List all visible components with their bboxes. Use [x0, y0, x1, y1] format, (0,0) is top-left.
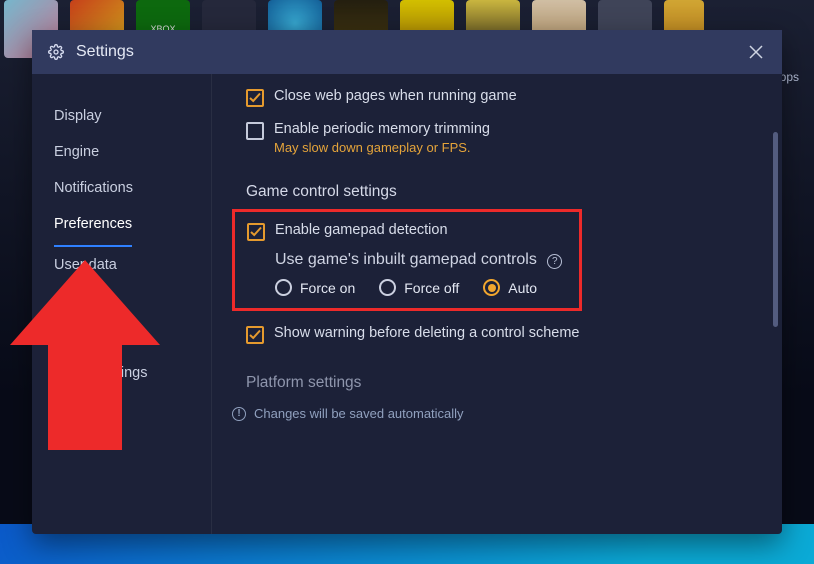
autosave-text: Changes will be saved automatically	[254, 406, 464, 421]
radio-icon-selected	[483, 279, 500, 296]
check-icon	[249, 329, 261, 341]
radio-label-force-off: Force off	[404, 280, 459, 296]
radio-icon	[275, 279, 292, 296]
sidebar-item-about[interactable]: About	[32, 391, 211, 427]
settings-modal: Settings Display Engine Notifications Pr…	[32, 30, 782, 534]
close-icon	[749, 45, 763, 59]
row-warning-delete-scheme: Show warning before deleting a control s…	[246, 325, 782, 344]
section-heading-game-control: Game control settings	[246, 183, 782, 201]
row-close-web-pages: Close web pages when running game	[246, 88, 782, 107]
label-memory-trimming: Enable periodic memory trimming	[274, 121, 490, 137]
modal-header: Settings	[32, 30, 782, 74]
sidebar-item-preferences[interactable]: Preferences	[32, 206, 211, 242]
row-gamepad-detection: Enable gamepad detection	[247, 222, 567, 241]
radio-label-force-on: Force on	[300, 280, 355, 296]
section-heading-platform: Platform settings	[246, 374, 782, 392]
checkbox-close-web-pages[interactable]	[246, 89, 264, 107]
radio-icon	[379, 279, 396, 296]
check-icon	[250, 226, 262, 238]
sidebar-item-gamesettings[interactable]: Game settings	[32, 355, 211, 391]
help-icon[interactable]: ?	[547, 254, 562, 269]
label-inbuilt-gamepad: Use game's inbuilt gamepad controls	[275, 251, 537, 268]
row-memory-trimming: Enable periodic memory trimming May slow…	[246, 121, 782, 155]
gear-icon	[48, 44, 64, 60]
sidebar-item-userdata[interactable]: User data	[32, 247, 211, 283]
info-icon: !	[232, 407, 246, 421]
pps-label: pps	[780, 70, 799, 84]
sidebar: Display Engine Notifications Preferences…	[32, 74, 212, 534]
radio-force-off[interactable]: Force off	[379, 279, 459, 296]
highlight-box: Enable gamepad detection Use game's inbu…	[232, 209, 582, 311]
sidebar-item-notifications[interactable]: Notifications	[32, 170, 211, 206]
radio-label-auto: Auto	[508, 280, 537, 296]
sidebar-item-engine[interactable]: Engine	[32, 134, 211, 170]
checkbox-gamepad-detection[interactable]	[247, 223, 265, 241]
label-close-web-pages: Close web pages when running game	[274, 88, 517, 104]
checkbox-warning-delete-scheme[interactable]	[246, 326, 264, 344]
label-warning-delete-scheme: Show warning before deleting a control s…	[274, 325, 579, 341]
scrollbar-thumb[interactable]	[773, 132, 778, 327]
check-icon	[249, 92, 261, 104]
content-pane: Close web pages when running game Enable…	[212, 74, 782, 534]
radio-force-on[interactable]: Force on	[275, 279, 355, 296]
sidebar-item-display[interactable]: Display	[32, 98, 211, 134]
sidebar-item-shortcutkeys[interactable]: Shortcut keys	[32, 319, 211, 355]
autosave-note: ! Changes will be saved automatically	[232, 406, 782, 421]
close-button[interactable]	[746, 42, 766, 62]
row-inbuilt-gamepad: Use game's inbuilt gamepad controls ? Fo…	[275, 251, 567, 296]
modal-title: Settings	[76, 43, 134, 61]
radio-auto[interactable]: Auto	[483, 279, 537, 296]
note-memory-trimming: May slow down gameplay or FPS.	[274, 140, 490, 155]
checkbox-memory-trimming[interactable]	[246, 122, 264, 140]
label-gamepad-detection: Enable gamepad detection	[275, 222, 448, 238]
